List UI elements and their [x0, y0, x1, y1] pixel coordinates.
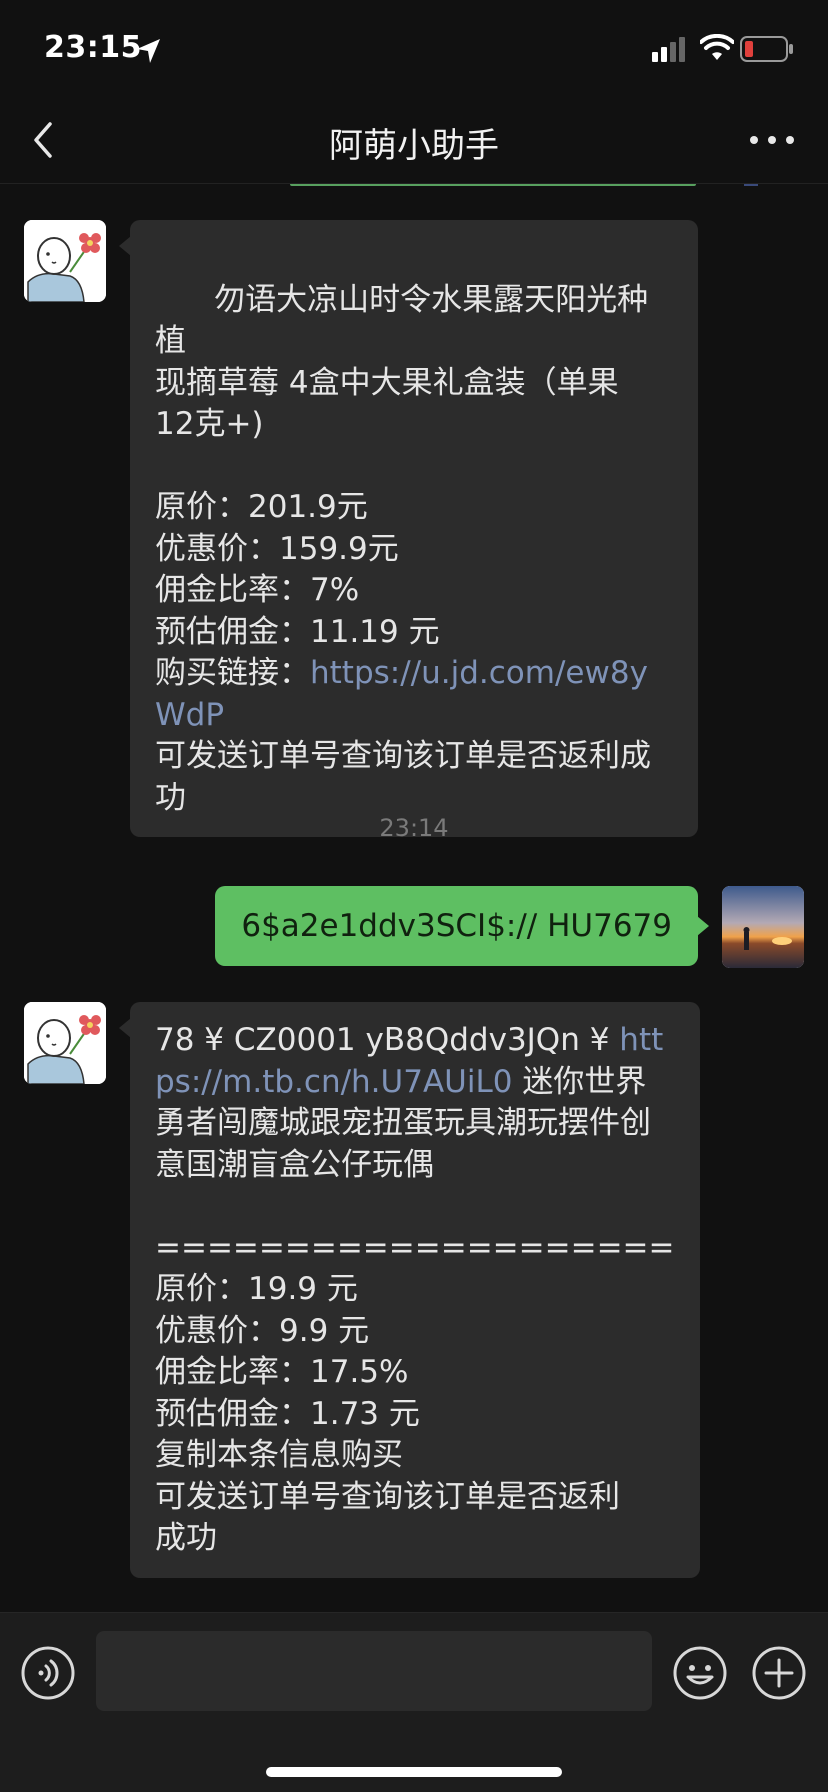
previous-outgoing-bubble-edge [290, 184, 696, 186]
status-bar: 23:15 [0, 0, 828, 100]
message-text: 佣金比率：7% [155, 572, 360, 608]
more-dots-icon[interactable] [748, 128, 796, 152]
nav-bar: 阿萌小助手 [0, 100, 828, 184]
chat-title: 阿萌小助手 [329, 126, 499, 166]
sunset-photo-avatar [722, 886, 804, 968]
avatar[interactable] [24, 220, 106, 302]
incoming-message-bubble[interactable]: 勿语大凉山时令水果露天阳光种植 现摘草莓 4盒中大果礼盒装（单果 12克+) 原… [130, 220, 698, 837]
message-timestamp: 23:14 [379, 814, 449, 842]
message-text: 预估佣金：11.19 元 [155, 613, 440, 650]
emoji-icon[interactable] [672, 1645, 728, 1701]
status-time: 23:15 [44, 30, 142, 65]
detail-line: 佣金比率：17.5% [155, 1354, 409, 1390]
previous-avatar-edge [744, 184, 758, 186]
message-text: 勿语大凉山时令水果露天阳光种植 [155, 281, 649, 360]
signal-icon [652, 37, 685, 62]
avatar[interactable] [24, 1002, 106, 1084]
detail-line: 原价：19.9 元 [155, 1271, 358, 1307]
voice-icon[interactable] [20, 1645, 76, 1701]
doodle-flower-avatar [24, 220, 106, 302]
plus-icon[interactable] [751, 1645, 807, 1701]
wifi-icon [700, 34, 734, 60]
detail-line: 成功 [155, 1520, 217, 1556]
message-text: 现摘草莓 4盒中大果礼盒装（单果 [155, 364, 619, 401]
home-indicator[interactable] [266, 1767, 562, 1777]
outgoing-message-bubble[interactable]: 6$a2e1ddv3SCI$:// HU7679 [215, 886, 698, 966]
location-arrow-icon [137, 39, 160, 63]
message-footer: 可发送订单号查询该订单是否返利成功 [155, 738, 651, 816]
link-prefix: 购买链接： [155, 655, 310, 691]
input-bar [0, 1612, 828, 1792]
avatar[interactable] [722, 886, 804, 968]
detail-line: 预估佣金：1.73 元 [155, 1395, 420, 1432]
message-text: 12克+) [155, 406, 264, 442]
battery-low-icon [740, 36, 793, 62]
detail-line: 优惠价：9.9 元 [155, 1312, 370, 1349]
chat-messages[interactable]: 勿语大凉山时令水果露天阳光种植 现摘草莓 4盒中大果礼盒装（单果 12克+) 原… [0, 184, 828, 1612]
message-text: 优惠价：159.9元 [155, 530, 399, 567]
separator-line: ==================== [155, 1229, 675, 1266]
chat-screen: 23:15 阿萌小助手 勿语大凉山时令水果露天阳光种植 现摘草莓 4盒中大果礼盒… [0, 0, 828, 1792]
message-code: 78 ¥ CZ0001 yB8Qddv3JQn ¥ [155, 1022, 610, 1058]
doodle-flower-avatar [24, 1002, 106, 1084]
detail-line: 复制本条信息购买 [155, 1437, 403, 1473]
message-text: 原价：201.9元 [155, 489, 368, 525]
message-input[interactable] [96, 1631, 652, 1711]
bubble-tail [697, 916, 709, 936]
incoming-message-bubble[interactable]: 78 ¥ CZ0001 yB8Qddv3JQn ¥ https://m.tb.c… [130, 1002, 700, 1578]
detail-line: 可发送订单号查询该订单是否返利 [155, 1478, 620, 1515]
